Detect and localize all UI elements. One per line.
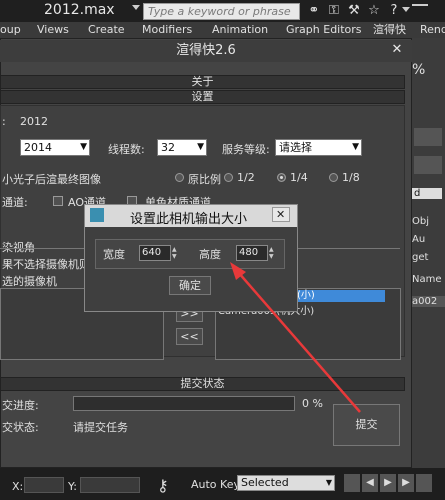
arrow-shaft — [237, 271, 361, 413]
go-to-start-button[interactable] — [344, 474, 360, 492]
selection-set-select[interactable]: Selected ▼ — [237, 475, 335, 491]
x-field[interactable] — [24, 477, 64, 493]
play-icon[interactable]: ▶ — [380, 474, 396, 492]
prev-frame-icon[interactable]: ◀ — [362, 474, 378, 492]
annotation-arrow — [230, 262, 361, 413]
key-icon[interactable]: ⚷ — [157, 476, 169, 495]
autokey-button[interactable]: Auto Key — [191, 478, 240, 491]
x-label: X: — [12, 480, 24, 493]
y-field[interactable] — [80, 477, 140, 493]
selection-set-value: Selected — [241, 476, 289, 489]
chevron-down-icon: ▼ — [325, 478, 332, 487]
y-label: Y: — [68, 480, 77, 493]
next-frame-icon[interactable]: ▶ — [398, 474, 414, 492]
go-to-end-button[interactable] — [416, 474, 432, 492]
